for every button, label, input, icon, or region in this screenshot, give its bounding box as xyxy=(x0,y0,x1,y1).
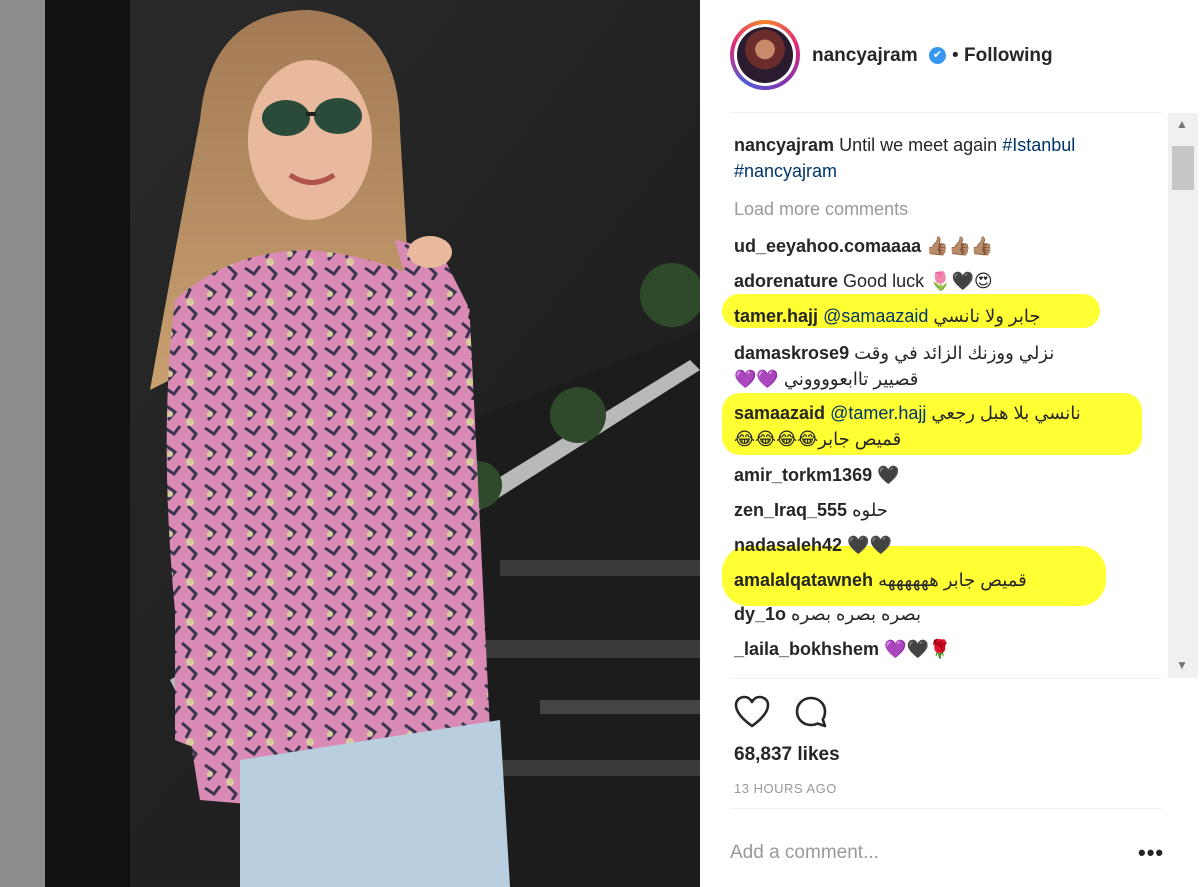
post-header: nancyajram ✔ • Following xyxy=(700,0,1200,112)
comment: zen_Iraq_555 حلوه xyxy=(734,498,888,522)
comment-text: 🖤🖤 xyxy=(847,535,892,555)
comment: tamer.hajj @samaazaid جابر ولا نانسي xyxy=(734,304,1040,328)
comment-mention[interactable]: @samaazaid xyxy=(823,306,928,326)
comment-username[interactable]: amalalqatawneh xyxy=(734,570,873,590)
comment: dy_1o بصره بصره بصره xyxy=(734,602,921,626)
add-comment-input[interactable] xyxy=(730,838,1110,868)
caption-username[interactable]: nancyajram xyxy=(734,135,834,155)
scroll-down-icon[interactable]: ▼ xyxy=(1176,658,1188,672)
caption: nancyajram Until we meet again #Istanbul xyxy=(734,133,1075,157)
post-side-panel: nancyajram ✔ • Following nancyajram Unti… xyxy=(700,0,1200,887)
post-photo-illustration xyxy=(0,0,700,887)
actions-divider xyxy=(730,678,1162,679)
more-options-icon[interactable]: ••• xyxy=(1138,840,1164,866)
comment-text: بصره بصره بصره xyxy=(791,604,921,624)
header-username[interactable]: nancyajram xyxy=(812,45,918,67)
scroll-up-icon[interactable]: ▲ xyxy=(1176,117,1188,131)
caption-continued: #nancyajram xyxy=(734,159,837,183)
hashtag-link[interactable]: #nancyajram xyxy=(734,161,837,181)
comment-username[interactable]: tamer.hajj xyxy=(734,306,818,326)
comments-scrollbar[interactable]: ▲ ▼ xyxy=(1168,113,1198,678)
verified-badge-icon: ✔ xyxy=(929,47,946,64)
comment-username[interactable]: adorenature xyxy=(734,271,838,291)
comment: _laila_bokhshem 💜🖤🌹 xyxy=(734,637,951,661)
avatar[interactable] xyxy=(737,27,793,83)
comment: ud_eeyahoo.comaaaa 👍🏽👍🏽👍🏽 xyxy=(734,234,993,258)
comment-text: 🖤 xyxy=(877,465,900,485)
comment: adorenature Good luck 🌷🖤😍 xyxy=(734,269,993,293)
header-separator: • xyxy=(952,45,959,66)
post-timestamp[interactable]: 13 HOURS AGO xyxy=(734,781,837,796)
scrollbar-thumb[interactable] xyxy=(1172,146,1194,190)
hashtag-link[interactable]: #Istanbul xyxy=(1002,135,1075,155)
comment-text: نزلي ووزنك الزائد في وقت xyxy=(854,343,1055,363)
comment: samaazaid @tamer.hajj نانسي بلا هبل رجعي xyxy=(734,401,1081,425)
following-button[interactable]: Following xyxy=(964,45,1053,67)
comment: amir_torkm1369 🖤 xyxy=(734,463,900,487)
comment-username[interactable]: samaazaid xyxy=(734,403,825,423)
comment: amalalqatawneh قميص جابر ههههههه xyxy=(734,568,1027,592)
comments-list: nancyajram Until we meet again #Istanbul… xyxy=(700,113,1200,678)
comment-text: حلوه xyxy=(852,500,888,520)
comment-username[interactable]: ud_eeyahoo.comaaaa xyxy=(734,236,921,256)
comment-username[interactable]: zen_Iraq_555 xyxy=(734,500,847,520)
comment-username[interactable]: dy_1o xyxy=(734,604,786,624)
comment-username[interactable]: amir_torkm1369 xyxy=(734,465,872,485)
comment: damaskrose9 نزلي ووزنك الزائد في وقت xyxy=(734,341,1054,365)
comment-input-divider xyxy=(730,808,1162,809)
comment-icon[interactable] xyxy=(794,695,828,729)
comment-text: نانسي بلا هبل رجعي xyxy=(931,403,1081,423)
post-actions: 68,837 likes 13 HOURS AGO ••• xyxy=(700,678,1200,887)
post-photo xyxy=(0,0,700,887)
comment-text: Good luck 🌷🖤😍 xyxy=(843,271,993,291)
comment-text: قميص جابر ههههههه xyxy=(878,570,1027,590)
story-ring[interactable] xyxy=(730,20,800,90)
comment-text: 👍🏽👍🏽👍🏽 xyxy=(926,236,994,256)
comment-text: 💜🖤🌹 xyxy=(884,639,952,659)
comment: nadasaleh42 🖤🖤 xyxy=(734,533,892,557)
caption-text: Until we meet again xyxy=(839,135,998,155)
comment-username[interactable]: _laila_bokhshem xyxy=(734,639,879,659)
load-more-comments-button[interactable]: Load more comments xyxy=(734,197,908,221)
comment-text: جابر ولا نانسي xyxy=(933,306,1041,326)
heart-icon[interactable] xyxy=(734,695,770,729)
comment-username[interactable]: damaskrose9 xyxy=(734,343,849,363)
comment-continued: 💜💜 قصيير تاابعووووني xyxy=(734,369,919,389)
comment-mention[interactable]: @tamer.hajj xyxy=(830,403,926,423)
comment-username[interactable]: nadasaleh42 xyxy=(734,535,842,555)
comment-continued: 😂😂😂😂قميص جابر xyxy=(734,429,902,449)
likes-count[interactable]: 68,837 likes xyxy=(734,744,840,766)
